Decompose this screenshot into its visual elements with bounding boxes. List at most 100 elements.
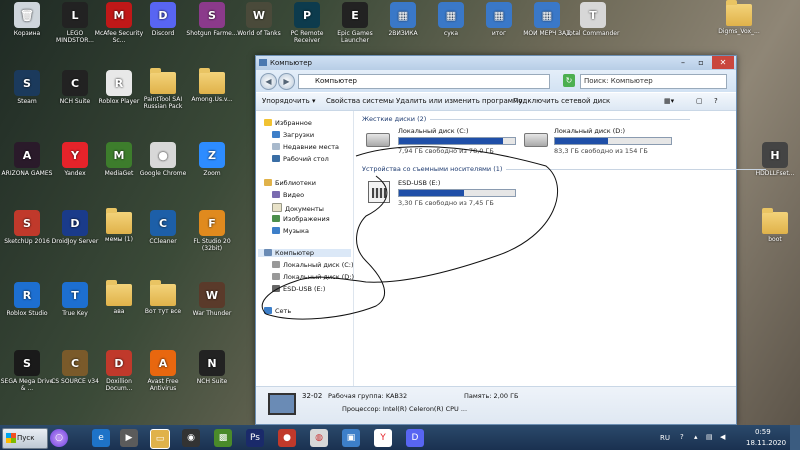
desktop-icon-label: boot	[768, 236, 782, 243]
app-icon: S	[14, 70, 40, 96]
alice-icon[interactable]: ○	[50, 429, 68, 447]
desktop-icon-label: SEGA Mega Drive & ...	[0, 378, 54, 392]
desktop-icon-app[interactable]: R Roblox Studio	[0, 282, 54, 317]
app-icon: C	[62, 70, 88, 96]
desktop-icon-app[interactable]: A ARIZONA GAMES	[0, 142, 54, 177]
desktop-icon-folder[interactable]: Digms_Vox_...	[712, 0, 766, 35]
desktop-icon-label: HDDLLFset...	[755, 170, 795, 177]
minecraft-icon[interactable]: ▩	[214, 429, 232, 447]
language-indicator[interactable]: RU	[660, 434, 670, 442]
desktop-icon-app[interactable]: A Avast Free Antivirus	[136, 350, 190, 392]
desktop-icon-label: Вот тут все	[144, 308, 182, 315]
app-icon: Y	[62, 142, 88, 168]
app-icon: T	[62, 282, 88, 308]
volume-icon[interactable]: ◀	[720, 433, 725, 441]
desktop-icon-app[interactable]: S Shotgun Farme...	[185, 2, 239, 37]
desktop-icon-folder[interactable]: Among.Us.v...	[185, 68, 239, 103]
chrome-icon[interactable]: ◍	[310, 429, 328, 447]
desktop-icon-app[interactable]: S SEGA Mega Drive & ...	[0, 350, 54, 392]
tray-arrow-icon[interactable]: ▴	[694, 433, 698, 441]
yandex-icon[interactable]: Y	[374, 429, 392, 447]
app-icon: L	[62, 2, 88, 28]
memory: Память: 2,00 ГБ	[464, 392, 519, 400]
cinema4d-icon[interactable]: ◉	[182, 429, 200, 447]
app-icon: S	[199, 2, 225, 28]
desktop-icon-label: NCH Suite	[196, 378, 228, 385]
app-icon: ▦	[390, 2, 416, 28]
app-icon: C	[150, 210, 176, 236]
desktop-icon-app[interactable]: H HDDLLFset...	[748, 142, 800, 177]
desktop-icon-app[interactable]: D Discord	[136, 2, 190, 37]
desktop-icon-app[interactable]: S SketchUp 2016	[0, 210, 54, 245]
desktop-icon-app[interactable]: N NCH Suite	[185, 350, 239, 385]
app-icon: ▦	[438, 2, 464, 28]
folder-icon	[106, 280, 132, 306]
desktop-icon-app[interactable]: F FL Studio 20 (32bit)	[185, 210, 239, 252]
desktop-icon-folder[interactable]: PaintTool SAI Russian Pack	[136, 68, 190, 110]
desktop-icon-app[interactable]: Z Zoom	[185, 142, 239, 177]
desktop-icon-app[interactable]: E Epic Games Launcher	[328, 2, 382, 44]
ie-icon[interactable]: e	[92, 429, 110, 447]
desktop-icon-app[interactable]: ● Google Chrome	[136, 142, 190, 177]
app-icon: D	[62, 210, 88, 236]
desktop-icon-label: SketchUp 2016	[4, 238, 50, 245]
app-icon: D	[106, 350, 132, 376]
desktop-icon-app[interactable]: ▦ сука	[424, 2, 478, 37]
clock-time[interactable]: 0:59	[755, 428, 771, 436]
computer-icon	[268, 393, 296, 415]
app-icon: M	[106, 2, 132, 28]
desktop-icon-label: сука	[443, 30, 459, 37]
desktop-icon-folder[interactable]: boot	[748, 208, 800, 243]
explorer-icon[interactable]: ▭	[150, 429, 170, 449]
details-pane: 32-02 Рабочая группа: KAB32 Память: 2,00…	[256, 386, 736, 424]
network-icon[interactable]: ▣	[342, 429, 360, 447]
desktop-icon-app[interactable]: S Steam	[0, 70, 54, 105]
app-icon: A	[14, 142, 40, 168]
app-icon: N	[199, 350, 225, 376]
app-icon: ●	[150, 142, 176, 168]
help-icon[interactable]: ?	[680, 433, 684, 441]
desktop-icon-app[interactable]: ▦ итог	[472, 2, 526, 37]
app-icon: 🗑	[14, 2, 40, 28]
processor: Процессор: Intel(R) Celeron(R) CPU ...	[342, 405, 468, 413]
desktop-icon-label: Digms_Vox_...	[718, 28, 760, 35]
app-icon: W	[199, 282, 225, 308]
desktop-icon-app[interactable]: ▦ 2ВИЗИКА	[376, 2, 430, 37]
desktop-icon-label: World of Tanks	[237, 30, 281, 37]
desktop-icon-app[interactable]: W War Thunder	[185, 282, 239, 317]
desktop-icon-app[interactable]: W World of Tanks	[232, 2, 286, 37]
app-icon: R	[106, 70, 132, 96]
discord-icon[interactable]: D	[406, 429, 424, 447]
among-us-icon[interactable]: ●	[278, 429, 296, 447]
desktop-icon-label: итог	[491, 30, 507, 37]
start-button[interactable]: Пуск	[2, 428, 48, 449]
desktop-icon-label: Steam	[17, 98, 37, 105]
desktop-icon-label: Google Chrome	[139, 170, 187, 177]
computer-name: 32-02	[302, 392, 323, 400]
show-desktop-button[interactable]	[790, 425, 800, 450]
windows-logo-icon	[6, 433, 16, 443]
desktop-icon-app[interactable]: P PC Remote Receiver	[280, 2, 334, 44]
media-player-icon[interactable]: ▶	[120, 429, 138, 447]
app-icon: C	[62, 350, 88, 376]
desktop-icon-app[interactable]: C CCleaner	[136, 210, 190, 245]
desktop-icon-label: ARIZONA GAMES	[1, 170, 53, 177]
desktop-icon-app[interactable]: 🗑 Корзина	[0, 2, 54, 37]
explorer-window[interactable]: Компьютер – ▫ ✕ ◀ ▶ Компьютер ↻ Поиск: К…	[255, 55, 768, 425]
folder-icon	[150, 68, 176, 94]
folder-icon	[150, 280, 176, 306]
desktop-icon-folder[interactable]: Вот тут все	[136, 280, 190, 315]
network-tray-icon[interactable]: ▤	[706, 433, 713, 441]
app-icon: ▦	[534, 2, 560, 28]
desktop-icon-label: War Thunder	[192, 310, 232, 317]
app-icon: Z	[199, 142, 225, 168]
clock-date[interactable]: 18.11.2020	[746, 439, 786, 447]
desktop-icon-label: Shotgun Farme...	[186, 30, 238, 37]
folder-icon	[762, 208, 788, 234]
desktop-icon-label: Zoom	[203, 170, 221, 177]
desktop-icon-app[interactable]: T Total Commander	[566, 2, 620, 37]
app-icon: M	[106, 142, 132, 168]
app-icon: S	[14, 210, 40, 236]
desktop-icon-label: Epic Games Launcher	[337, 30, 373, 44]
photoshop-icon[interactable]: Ps	[246, 429, 264, 447]
